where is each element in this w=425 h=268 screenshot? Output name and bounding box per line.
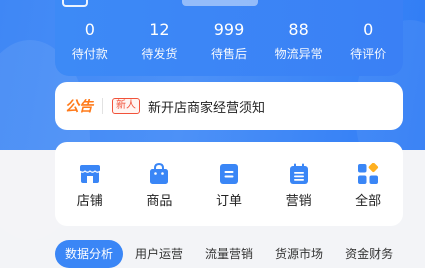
- shopping-bag-icon: [147, 162, 171, 186]
- stat-value: 12: [149, 20, 170, 39]
- stat-label: 待评价: [350, 47, 387, 61]
- menu-label: 全部: [355, 194, 382, 209]
- new-user-badge: 新人: [112, 98, 140, 114]
- seller-dashboard: 0 待付款 12 待发货 999 待售后 88 物流异常 0 待评价 公告 新人…: [0, 0, 425, 268]
- menu-label: 营销: [285, 194, 312, 209]
- quick-menu: 店铺 商品 订单 营销 全部: [55, 142, 403, 226]
- order-stats-row: 0 待付款 12 待发货 999 待售后 88 物流异常 0 待评价: [55, 20, 403, 62]
- tab-user-operations[interactable]: 用户运营: [125, 240, 193, 268]
- header-title-fragment: [182, 0, 258, 6]
- feature-tabs: 数据分析 用户运营 流量营销 货源市场 资金财务: [55, 240, 425, 268]
- stat-pending-after-sales[interactable]: 999 待售后: [194, 20, 264, 62]
- menu-label: 订单: [215, 194, 242, 209]
- menu-item-products[interactable]: 商品: [125, 142, 195, 226]
- stat-pending-payment[interactable]: 0 待付款: [55, 20, 125, 62]
- tab-sourcing-market[interactable]: 货源市场: [265, 240, 333, 268]
- menu-label: 店铺: [76, 194, 103, 209]
- menu-item-orders[interactable]: 订单: [194, 142, 264, 226]
- notice-banner[interactable]: 公告 新人 新开店商家经营须知: [55, 82, 403, 130]
- menu-label: 商品: [146, 194, 173, 209]
- tab-traffic-marketing[interactable]: 流量营销: [195, 240, 263, 268]
- tab-finance[interactable]: 资金财务: [335, 240, 403, 268]
- stat-label: 物流异常: [274, 47, 323, 61]
- header-icon: [62, 0, 88, 7]
- stat-label: 待售后: [210, 47, 247, 61]
- order-icon: [217, 162, 241, 186]
- all-apps-icon: [356, 162, 380, 186]
- stat-logistics-exception[interactable]: 88 物流异常: [264, 20, 334, 62]
- stat-value: 0: [363, 20, 374, 39]
- menu-item-all[interactable]: 全部: [333, 142, 403, 226]
- stat-pending-shipment[interactable]: 12 待发货: [125, 20, 195, 62]
- tab-data-analysis[interactable]: 数据分析: [55, 240, 124, 268]
- stat-value: 0: [84, 20, 95, 39]
- stat-value: 999: [213, 20, 245, 39]
- stat-label: 待发货: [141, 47, 178, 61]
- stat-value: 88: [288, 20, 309, 39]
- notice-divider: [102, 98, 103, 114]
- marketing-icon: [287, 162, 311, 186]
- notice-text[interactable]: 新开店商家经营须知: [148, 97, 265, 116]
- stat-label: 待付款: [71, 47, 108, 61]
- notice-label: 公告: [65, 99, 93, 115]
- store-icon: [78, 162, 102, 186]
- menu-item-marketing[interactable]: 营销: [264, 142, 334, 226]
- menu-item-store[interactable]: 店铺: [55, 142, 125, 226]
- stat-pending-review[interactable]: 0 待评价: [333, 20, 403, 62]
